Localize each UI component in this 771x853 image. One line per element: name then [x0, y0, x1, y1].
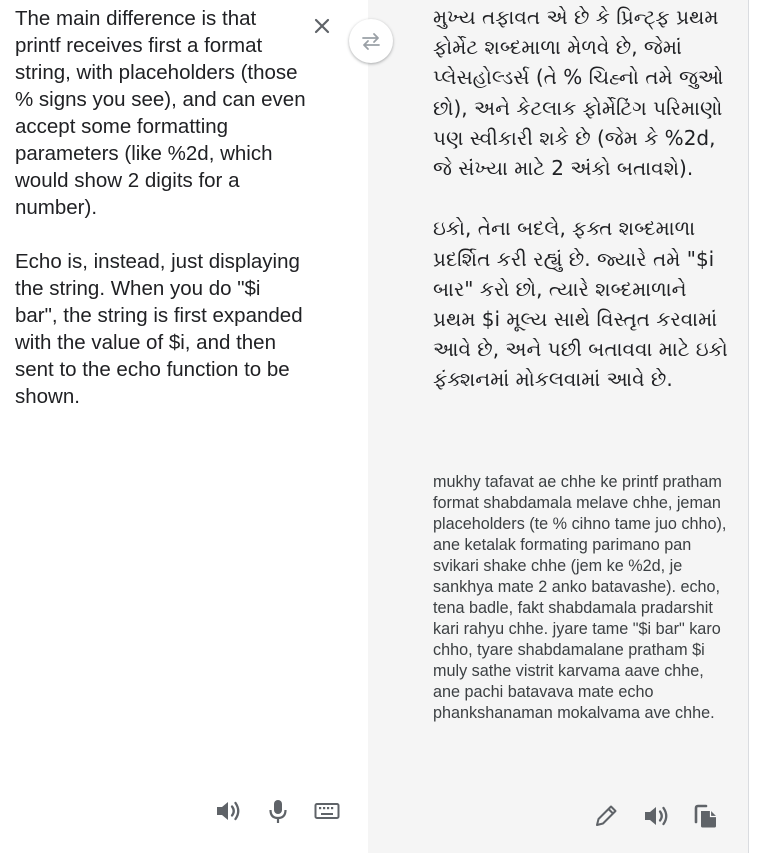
clear-source-button[interactable] [308, 12, 336, 40]
source-text-input[interactable]: The main difference is that printf recei… [15, 5, 307, 410]
edit-translation-button[interactable] [590, 800, 622, 832]
voice-input-button[interactable] [262, 795, 294, 827]
translation-output: મુખ્ય તફાવત એ છે કે પ્રિન્ટ્ફ પ્રથમ ફોર્… [433, 5, 728, 392]
transliteration-text: mukhy tafavat ae chhe ke printf pratham … [433, 473, 727, 722]
scrollbar-track[interactable] [748, 0, 771, 853]
translation-listen-button[interactable] [640, 800, 672, 832]
copy-icon [694, 804, 716, 828]
swap-languages-icon [362, 33, 380, 50]
keyboard-icon [314, 803, 340, 819]
close-icon [314, 18, 330, 34]
source-listen-button[interactable] [212, 795, 244, 827]
microphone-icon [269, 800, 287, 823]
swap-languages-button[interactable] [349, 19, 393, 63]
speaker-icon [645, 806, 668, 826]
speaker-icon [217, 801, 240, 821]
keyboard-button[interactable] [311, 795, 343, 827]
pencil-icon [596, 805, 617, 826]
copy-translation-button[interactable] [690, 800, 722, 832]
